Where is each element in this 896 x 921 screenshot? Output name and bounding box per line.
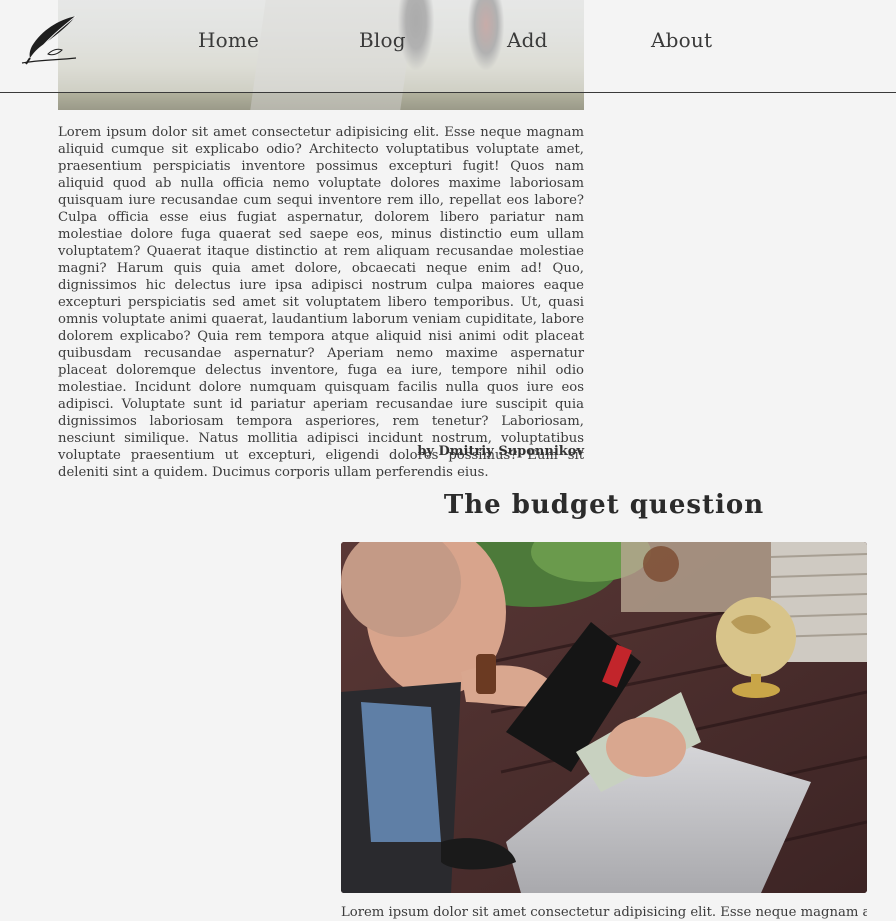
nav-add-link[interactable]: Add <box>507 28 548 52</box>
post-cover-photo-wallet[interactable] <box>341 542 867 893</box>
nav-about-link[interactable]: About <box>651 28 712 52</box>
nav-home-link[interactable]: Home <box>198 28 259 52</box>
post-body-text: Lorem ipsum dolor sit amet consectetur a… <box>58 125 584 480</box>
post-title[interactable]: The budget question <box>341 490 867 520</box>
post-body-text: Lorem ipsum dolor sit amet consectetur a… <box>341 905 867 920</box>
site-header: Home Blog Add About <box>0 0 896 93</box>
nav-blog-link[interactable]: Blog <box>359 28 406 52</box>
post-author-byline: by Dmitriy Suponnikov <box>417 444 584 459</box>
quill-feather-icon[interactable] <box>18 14 80 66</box>
